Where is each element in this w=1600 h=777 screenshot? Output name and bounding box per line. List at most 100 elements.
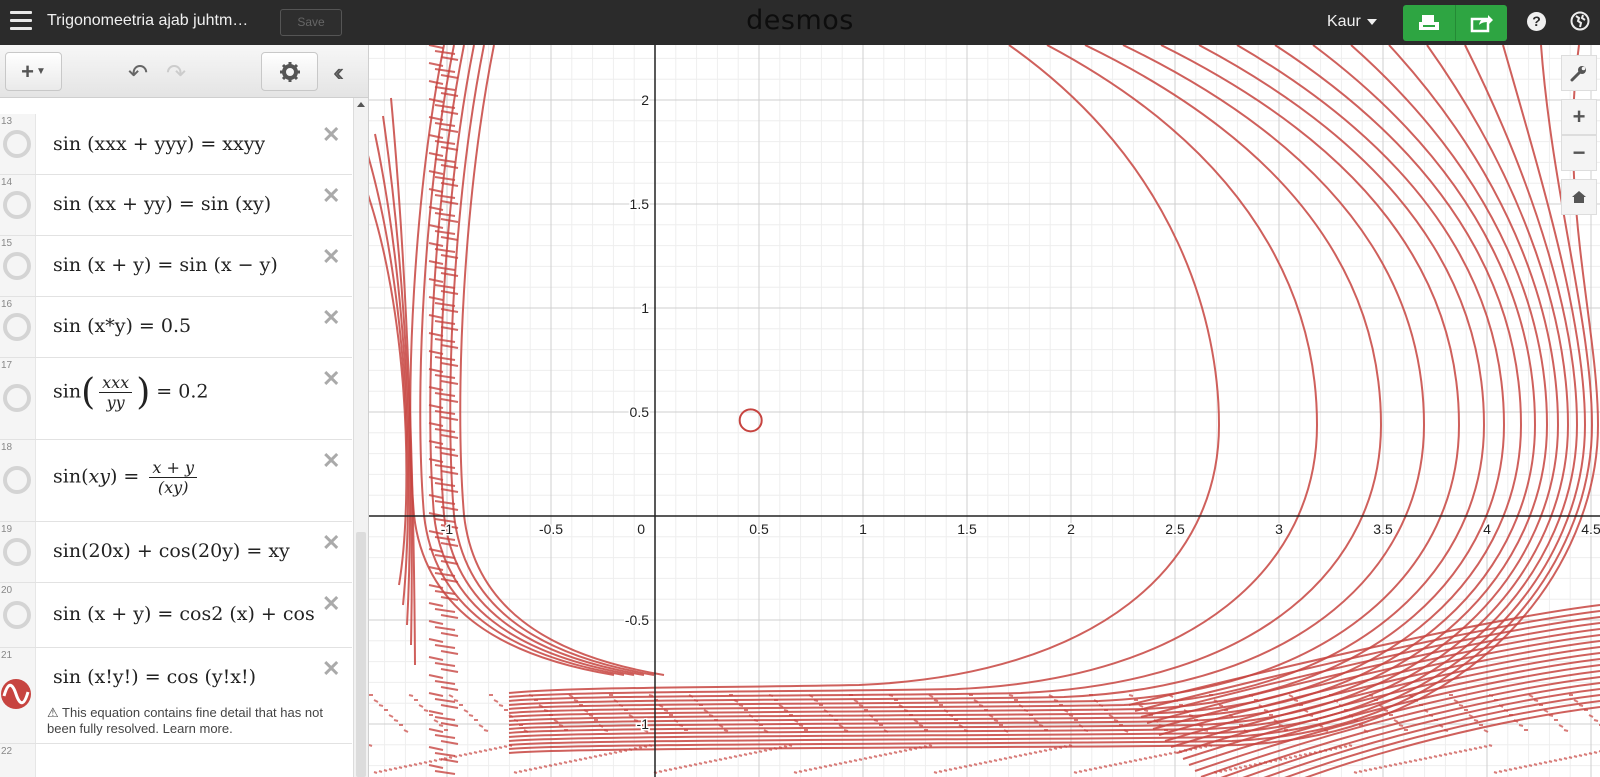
noise-mark <box>1438 754 1443 757</box>
noise-mark <box>723 729 729 732</box>
graph-paper[interactable]: -1 -0.5 0 0.5 1 1.5 2 2.5 3 3.5 4 4.5 2 1.5 1 0.5 -0.5 -1 <box>369 45 1600 777</box>
noise-mark <box>798 770 803 773</box>
noise-mark <box>1568 756 1573 759</box>
user-menu[interactable]: Kaur <box>1327 13 1377 31</box>
noise-mark <box>434 716 456 721</box>
delete-icon[interactable]: ✕ <box>322 122 340 148</box>
noise-mark <box>1158 724 1164 727</box>
noise-mark <box>1368 694 1374 697</box>
redo-icon[interactable]: ↷ <box>166 59 186 88</box>
noise-mark <box>1218 704 1224 707</box>
expression-row[interactable]: 13 sin (xxx + yyy) = xxyy ✕ <box>0 114 352 175</box>
noise-mark <box>1023 709 1029 712</box>
noise-mark <box>1268 760 1273 763</box>
noise-mark <box>1083 769 1088 772</box>
expression-math[interactable]: sin (x + y) = sin (x − y) <box>53 254 278 276</box>
scroll-up-icon[interactable] <box>357 102 365 107</box>
noise-mark <box>1178 750 1183 753</box>
share-icon[interactable] <box>1455 5 1508 41</box>
graph-canvas[interactable]: -1 -0.5 0 0.5 1 1.5 2 2.5 3 3.5 4 4.5 2 1.5 1 0.5 -0.5 -1 <box>369 45 1600 777</box>
home-icon[interactable] <box>1561 179 1597 215</box>
graph-toggle-icon[interactable] <box>3 191 31 219</box>
expression-math[interactable]: sin (x*y) = 0.5 <box>53 315 191 337</box>
graph-toggle-icon[interactable] <box>3 252 31 280</box>
globe-icon[interactable] <box>1570 11 1590 31</box>
expression-row[interactable]: 18 sin(xy) = x + y (xy) ✕ <box>0 440 352 522</box>
expression-row[interactable]: 14 sin (xx + yy) = sin (xy) ✕ <box>0 175 352 236</box>
noise-mark <box>1068 714 1074 717</box>
document-title[interactable]: Trigonomeetria ajab juhtm… <box>47 12 248 30</box>
noise-mark <box>963 729 969 732</box>
delete-icon[interactable]: ✕ <box>322 591 340 617</box>
settings-button[interactable] <box>261 52 318 91</box>
graph-toggle-icon[interactable] <box>3 384 31 412</box>
hamburger-menu-icon[interactable] <box>10 11 32 31</box>
noise-mark <box>440 758 459 763</box>
expression-math[interactable]: sin(20x) + cos(20y) = xy <box>53 540 290 562</box>
expression-gutter: 21 <box>0 648 36 743</box>
zoom-out-icon[interactable]: − <box>1561 135 1597 171</box>
save-button[interactable]: Save <box>280 9 342 36</box>
noise-mark <box>843 729 849 732</box>
expression-math[interactable]: sin (x!y!) = cos (y!x!) <box>53 666 256 688</box>
expression-number: 22 <box>1 746 13 757</box>
zoom-in-icon[interactable]: + <box>1561 99 1597 135</box>
level-curve <box>1158 634 1600 736</box>
noise-mark <box>738 704 744 707</box>
noise-mark <box>1463 749 1468 752</box>
noise-mark <box>1393 763 1398 766</box>
noise-mark <box>1283 757 1288 760</box>
expression-math[interactable]: sin (xx + yy) = sin (xy) <box>53 193 271 215</box>
noise-mark <box>1593 751 1598 754</box>
level-curve <box>508 45 1579 742</box>
expression-math[interactable]: sin (xxx + yyy) = xxyy <box>53 133 265 155</box>
expression-math[interactable]: sin(xy) = x + y (xy) <box>53 458 201 497</box>
noise-mark <box>428 584 444 589</box>
add-item-button[interactable]: + ▼ <box>5 52 62 91</box>
help-icon[interactable]: ? <box>1527 12 1546 31</box>
noise-mark <box>768 748 773 751</box>
expression-row[interactable]: 20 sin (x + y) = cos2 (x) + cos2 (y ✕ <box>0 583 352 648</box>
graph-toggle-icon[interactable] <box>3 130 31 158</box>
delete-icon[interactable]: ✕ <box>322 448 340 474</box>
noise-mark <box>1233 767 1238 770</box>
expression-row[interactable]: 16 sin (x*y) = 0.5 ✕ <box>0 297 352 358</box>
undo-icon[interactable]: ↶ <box>128 59 148 88</box>
noise-mark <box>453 699 459 702</box>
expression-scrollbar[interactable] <box>353 98 368 777</box>
noise-mark <box>428 566 444 571</box>
noise-mark <box>1278 724 1284 727</box>
noise-mark <box>1218 770 1223 773</box>
warning-text[interactable]: This equation contains fine detail that … <box>47 705 323 736</box>
noise-mark <box>1528 764 1533 767</box>
expression-math[interactable]: sin (x + y) = cos2 (x) + cos2 (y <box>53 603 315 625</box>
expression-math[interactable]: sin(xxx yy) = 0.2 <box>53 372 208 413</box>
graph-toggle-icon[interactable] <box>3 601 31 629</box>
double-chevron-left-icon[interactable]: ‹‹ <box>333 57 345 88</box>
expression-number: 16 <box>1 299 13 310</box>
delete-icon[interactable]: ✕ <box>322 305 340 331</box>
delete-icon[interactable]: ✕ <box>322 530 340 556</box>
noise-mark <box>1538 762 1543 765</box>
scroll-thumb[interactable] <box>356 532 366 777</box>
graph-toggle-icon[interactable] <box>3 313 31 341</box>
noise-mark <box>678 766 683 769</box>
expression-row[interactable]: 21 sin (x!y!) = cos (y!x!) ✕ ⚠ This equa… <box>0 648 352 744</box>
delete-icon[interactable]: ✕ <box>322 656 340 682</box>
expression-row[interactable]: 17 sin(xxx yy) = 0.2 ✕ <box>0 358 352 440</box>
graph-toggle-icon[interactable] <box>3 538 31 566</box>
noise-mark <box>828 764 833 767</box>
delete-icon[interactable]: ✕ <box>322 244 340 270</box>
curve-color-icon[interactable] <box>0 678 32 710</box>
delete-icon[interactable]: ✕ <box>322 183 340 209</box>
expression-row[interactable]: 19 sin(20x) + cos(20y) = xy ✕ <box>0 522 352 583</box>
graph-toggle-icon[interactable] <box>3 466 31 494</box>
expression-gutter: 17 <box>0 358 36 439</box>
expression-row[interactable]: 15 sin (x + y) = sin (x − y) ✕ <box>0 236 352 297</box>
wrench-icon[interactable] <box>1561 55 1597 91</box>
noise-mark <box>1043 749 1048 752</box>
noise-mark <box>428 728 444 733</box>
expression-row[interactable]: 22 <box>0 744 352 777</box>
print-icon[interactable] <box>1403 5 1455 41</box>
delete-icon[interactable]: ✕ <box>322 366 340 392</box>
